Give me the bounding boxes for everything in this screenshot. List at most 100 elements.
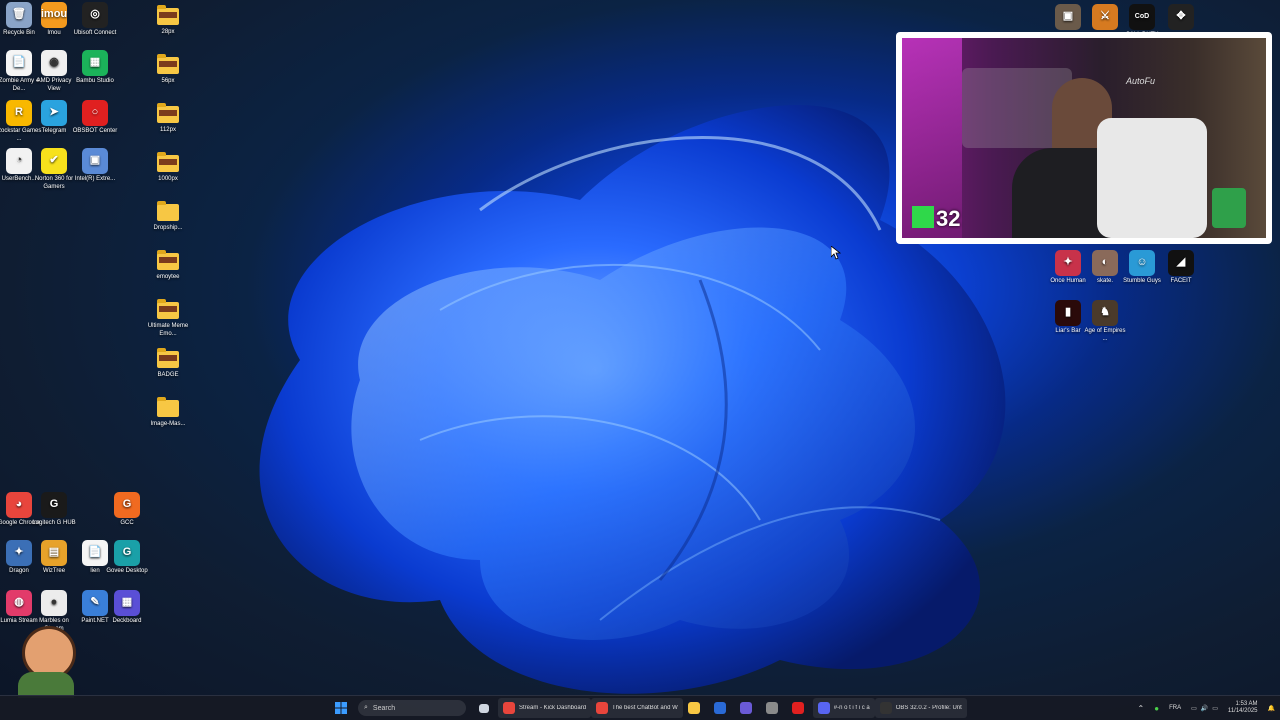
taskbar-app[interactable] (709, 698, 735, 718)
desktop-icon[interactable]: ▤ WizTree (31, 540, 77, 576)
webcam-overlay: AutoFu 32 (896, 32, 1272, 244)
microphone-icon: ● (1154, 703, 1160, 713)
skate-icon: ◐ (1092, 250, 1118, 276)
start-button[interactable] (330, 698, 352, 718)
game-icon-1: ▣ (1055, 4, 1081, 30)
desktop-folder[interactable]: 112px (145, 102, 191, 135)
battery-icon: ▭ (1212, 705, 1218, 712)
desktop-icon-label: FACEIT (1170, 278, 1192, 284)
desktop-icon-label: Ubisoft Connect (73, 30, 117, 36)
volume-icon: 🔊 (1200, 705, 1209, 712)
desktop-icon[interactable]: ◉ AMD Privacy View (31, 50, 77, 93)
desktop-folder[interactable]: 1000px (145, 151, 191, 184)
folder-label: 1000px (158, 176, 178, 182)
amd-privacy-icon: ◉ (41, 50, 67, 76)
desktop-icon-label: WizTree (42, 568, 66, 574)
network-icon: ▭ (1191, 705, 1197, 712)
desktop-folder[interactable]: 28px (145, 4, 191, 37)
folder-icon (157, 5, 179, 25)
tray-clock[interactable]: 1:53 AM 11/14/2025 (1223, 698, 1263, 718)
tray-language[interactable]: FRA (1164, 698, 1186, 718)
mouse-cursor-icon (831, 246, 841, 260)
notification-button[interactable]: 🔔 (1263, 698, 1280, 718)
task-view-button[interactable] (474, 698, 498, 718)
folder-thumbnail (159, 257, 177, 263)
desktop-icon[interactable]: ✔ Norton 360 for Gamers (31, 148, 77, 191)
desktop-icon[interactable]: G GCC (104, 492, 150, 528)
desktop-icon-label: Age of Empires ... (1084, 328, 1126, 342)
call-of-duty-icon: CoD (1129, 4, 1155, 30)
taskbar-apps: Stream - Kick Dashboard The best ChatBot … (498, 698, 967, 718)
tray-overflow-button[interactable]: ⌃ (1133, 698, 1150, 718)
folder-label: 56px (161, 78, 175, 84)
bambu-icon: ▦ (82, 50, 108, 76)
desktop-folder[interactable]: 56px (145, 53, 191, 86)
folder-icon (157, 397, 179, 417)
taskbar-search[interactable]: ⌕ Search (358, 700, 466, 716)
shirt-text: AutoFu (1126, 76, 1156, 86)
desktop-folder[interactable]: BADGE (145, 347, 191, 380)
gcc-icon: G (114, 492, 140, 518)
obsbot-icon: ○ (82, 100, 108, 126)
folder-icon (157, 103, 179, 123)
desktop-icon[interactable]: ◎ Ubisoft Connect (72, 2, 118, 38)
chrome-icon (503, 702, 515, 714)
liars-bar-icon: ▮ (1055, 300, 1081, 326)
imou-icon: imou (41, 2, 67, 28)
folder-thumbnail (159, 355, 177, 361)
desktop-icon-label: Norton 360 for Gamers (34, 176, 74, 190)
desktop-icon-label: AMD Privacy View (36, 78, 72, 92)
game-icon-2: ⚔ (1092, 4, 1118, 30)
taskbar-app[interactable]: #-n o t i f i c a (812, 698, 875, 718)
folder-thumbnail (159, 110, 177, 116)
desktop-folder[interactable]: Image-Mas... (145, 396, 191, 429)
desktop-icon[interactable]: ▦ Deckboard (104, 590, 150, 626)
clock-date: 11/14/2025 (1227, 708, 1258, 714)
desktop-icon[interactable]: ▦ Bambu Studio (72, 50, 118, 86)
taskbar-app[interactable] (761, 698, 787, 718)
desktop-folder[interactable]: emoytee (145, 249, 191, 282)
folder-label: BADGE (157, 372, 179, 378)
folder-icon (157, 250, 179, 270)
desktop-icon[interactable]: ♞ Age of Empires ... (1082, 300, 1128, 343)
folder-thumbnail (159, 12, 177, 18)
taskbar-app-label: OBS 32.0.2 - Profile: Unt (895, 705, 962, 711)
desktop-icon[interactable]: ▣ Intel(R) Extre... (72, 148, 118, 184)
taskbar-app[interactable] (735, 698, 761, 718)
folder-label: Dropship... (153, 225, 183, 231)
desktop-icon-label: Imou (47, 30, 61, 36)
govee-icon: G (114, 540, 140, 566)
intel-icon: ▣ (82, 148, 108, 174)
desktop-icon[interactable]: ➤ Telegram (31, 100, 77, 136)
teams-icon (739, 702, 752, 714)
taskbar-app[interactable] (787, 698, 813, 718)
marbles-icon: ● (41, 590, 67, 616)
taskbar-app[interactable]: OBS 32.0.2 - Profile: Unt (874, 698, 967, 718)
desktop-icon[interactable]: ✥ (1158, 4, 1204, 32)
desktop-icon[interactable]: ○ OBSBOT Center (72, 100, 118, 136)
tray-network-volume[interactable]: ▭ 🔊 ▭ (1186, 698, 1223, 718)
taskbar-app[interactable]: The best ChatBot and W (591, 698, 683, 718)
desktop-icon[interactable]: imou Imou (31, 2, 77, 38)
desktop-icon-label: Intel(R) Extre... (74, 176, 116, 182)
folder-thumbnail (159, 61, 177, 67)
norton-icon: ✔ (41, 148, 67, 174)
white-pillow (1097, 118, 1207, 238)
desktop-icon-label: Logitech G HUB (32, 520, 76, 526)
taskbar-app[interactable] (683, 698, 709, 718)
folder-label: emoytee (156, 274, 180, 280)
desktop-folder[interactable]: Dropship... (145, 200, 191, 233)
tray-mic-button[interactable]: ● (1149, 698, 1164, 718)
desktop-icon[interactable]: G Govee Desktop (104, 540, 150, 576)
game-icon-4: ✥ (1168, 4, 1194, 30)
zombie-army-icon: 📄 (6, 50, 32, 76)
search-placeholder: Search (372, 704, 396, 712)
logitech-icon: G (41, 492, 67, 518)
discord-icon (817, 702, 830, 714)
search-icon: ⌕ (364, 704, 368, 711)
desktop-folder[interactable]: Ultimate Meme Emo... (145, 298, 191, 338)
desktop-icon[interactable]: ◢ FACEIT (1158, 250, 1204, 286)
taskbar-app[interactable]: Stream - Kick Dashboard (498, 698, 592, 718)
desktop-icon-label: Govee Desktop (106, 568, 148, 574)
desktop-icon[interactable]: G Logitech G HUB (31, 492, 77, 528)
